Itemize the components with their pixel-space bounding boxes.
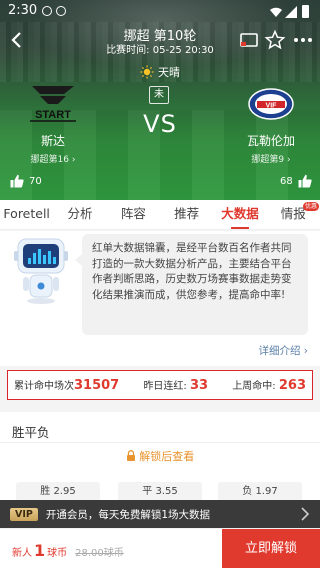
status-time: 2:30 [8,3,38,18]
status-bar: 2:30 [0,0,320,24]
screen-cast-icon[interactable] [238,29,260,51]
home-team-name: 斯达 [40,134,65,148]
price-prefix: 新人 [12,548,32,559]
away-team[interactable]: VIF 瓦勒伦加 挪超第9 › [236,84,306,165]
home-team-rank-text: 挪超第16 [30,155,69,165]
unlock-hint[interactable]: 解锁后查看 [0,448,320,464]
unlock-now-button[interactable]: 立即解锁 [222,529,320,568]
price-value: 1 [34,541,46,560]
vip-banner[interactable]: VIP 开通会员，每天免费解锁1场大数据 [0,500,320,528]
battery-icon [302,5,309,18]
vip-text: 开通会员，每天免费解锁1场大数据 [45,508,211,521]
tab-foretell[interactable]: Foretell [0,200,53,229]
vip-badge: VIP [10,507,38,521]
promo-badge: 优惠 [302,202,319,211]
away-team-logo-text: VIF [266,103,278,110]
odds-win: 胜 2.95 [16,482,100,502]
away-team-name: 瓦勒伦加 [246,134,295,148]
home-team-logo: START [30,86,76,122]
nav-bar: 挪超 第10轮 比赛时间: 05-25 20:30 [0,24,320,58]
last-week-label: 上周命中: [232,381,276,392]
streak-label: 昨日连红: [143,381,187,392]
thumbs-up-icon [10,174,24,188]
star-icon[interactable] [264,29,286,51]
price: 新人 1 球币 28.00球币 [12,541,124,560]
hit-stats: 累计命中场次31507 昨日连红: 33 上周命中: 263 [7,370,313,400]
weather-label: 天晴 [158,66,180,79]
away-team-rank-text: 挪超第9 [251,155,285,165]
detail-link[interactable]: 详细介绍 › [258,343,308,358]
away-team-logo: VIF [248,88,294,120]
odds-loss: 负 1.97 [218,482,302,502]
original-price: 28.00球币 [75,548,124,559]
section-title: 胜平负 [12,425,50,440]
thumbs-up-icon [298,174,312,188]
unlock-hint-label: 解锁后查看 [139,450,195,463]
total-hits-value: 31507 [74,378,120,393]
tab-label: 阵容 [120,206,146,221]
last-week-value: 263 [278,378,306,393]
price-unit: 球币 [47,548,68,559]
tab-lineup[interactable]: 阵容 [107,200,160,229]
tab-label: 推荐 [174,206,200,221]
tab-analysis[interactable]: 分析 [53,200,106,229]
tab-big-data[interactable]: 大数据 [213,200,266,229]
signal-icon [285,6,297,18]
chevron-right-icon [301,507,310,521]
big-data-intro: 红单大数据锦囊，是经平台数百名作者共同打造的一款大数据分析产品，主要结合平台作者… [0,231,320,366]
away-like-button[interactable]: 68 [280,174,312,188]
weather: 天晴 [140,64,180,80]
away-team-rank: 挪超第9 › [251,155,291,165]
detail-link-label: 详细介绍 [258,345,301,357]
home-team-logo-text: START [35,109,71,121]
odds-draw: 平 3.55 [118,482,202,502]
divider [0,442,320,443]
intro-text: 红单大数据锦囊，是经平台数百名作者共同打造的一款大数据分析产品，主要结合平台作者… [75,234,308,335]
purchase-bar: 新人 1 球币 28.00球币 立即解锁 [0,528,320,568]
home-like-count: 70 [29,175,42,187]
streak: 昨日连红: 33 [143,377,208,393]
total-hits: 累计命中场次31507 [14,377,119,393]
away-like-count: 68 [280,175,293,187]
tab-intel[interactable]: 情报 优惠 [267,200,320,229]
lock-icon [126,450,135,461]
home-team[interactable]: START 斯达 挪超第16 › [18,84,88,165]
tab-label: Foretell [3,206,50,221]
tab-label: 大数据 [221,206,259,221]
streak-value: 33 [190,378,209,393]
robot-mascot-icon [14,238,68,304]
tab-label: 情报 [280,206,306,221]
tab-recommend[interactable]: 推荐 [160,200,213,229]
tab-label: 分析 [67,206,93,221]
match-status: 未 [149,86,169,104]
more-icon[interactable] [292,29,314,51]
total-hits-label: 累计命中场次 [14,381,74,392]
home-team-rank: 挪超第16 › [30,155,76,165]
sun-icon [140,65,154,79]
wifi-icon [270,7,282,17]
notification-icon [56,6,66,16]
win-draw-loss-section: 胜平负 解锁后查看 胜 2.95 平 3.55 负 1.97 [0,412,320,502]
home-like-button[interactable]: 70 [10,174,42,188]
last-week-hits: 上周命中: 263 [232,377,306,393]
notification-icon [42,6,52,16]
tab-bar: Foretell 分析 阵容 推荐 大数据 情报 优惠 [0,200,320,230]
